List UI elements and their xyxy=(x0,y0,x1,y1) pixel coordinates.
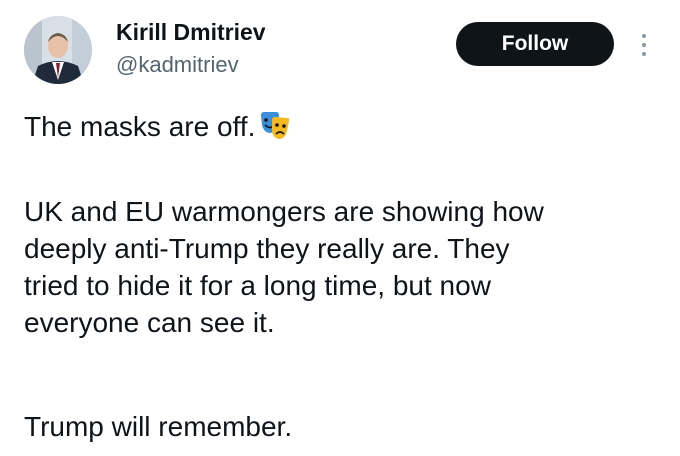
author-handle[interactable]: @kadmitriev xyxy=(116,50,239,80)
tweet-line-masks: The masks are off. xyxy=(24,111,256,142)
tweet-text-paragraph-2: UK and EU warmongers are showing how dee… xyxy=(24,193,664,341)
tweet-line: tried to hide it for a long time, but no… xyxy=(24,270,491,301)
follow-button[interactable]: Follow xyxy=(456,22,614,66)
author-display-name[interactable]: Kirill Dmitriev xyxy=(116,17,266,47)
avatar[interactable] xyxy=(24,16,92,84)
performing-arts-emoji-icon xyxy=(259,111,291,150)
tweet-line: deeply anti-Trump they really are. They xyxy=(24,233,510,264)
tweet-line-trump-remember: Trump will remember. xyxy=(24,411,293,442)
more-vertical-icon[interactable] xyxy=(634,30,654,60)
tweet-text-paragraph-1: The masks are off. xyxy=(24,108,664,150)
tweet-text-paragraph-3: Trump will remember. xyxy=(24,408,664,445)
tweet-line: UK and EU warmongers are showing how xyxy=(24,196,544,227)
tweet-line: everyone can see it. xyxy=(24,307,275,338)
